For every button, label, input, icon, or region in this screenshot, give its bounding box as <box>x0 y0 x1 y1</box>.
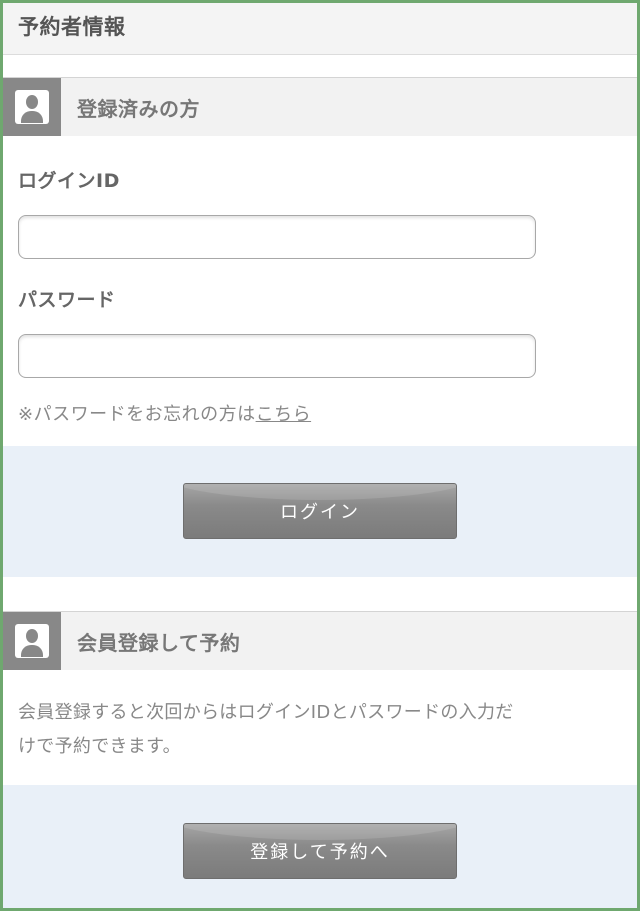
login-id-label: ログインID <box>18 170 120 192</box>
forgot-password-note: ※パスワードをお忘れの方はこちら <box>18 400 622 426</box>
register-section-header: 会員登録して予約 <box>3 611 637 670</box>
register-description-line: 会員登録すると次回からはログインIDとパスワードの入力だ <box>18 702 514 723</box>
login-button[interactable]: ログイン <box>183 483 457 539</box>
register-section-title: 会員登録して予約 <box>77 630 241 655</box>
forgot-password-text: ※パスワードをお忘れの方は <box>18 404 256 425</box>
register-description: 会員登録すると次回からはログインIDとパスワードの入力だ けで予約できます。 <box>3 696 637 764</box>
user-icon <box>3 78 61 136</box>
register-description-line: けで予約できます。 <box>18 736 181 757</box>
login-action-band: ログイン <box>3 446 637 577</box>
register-action-band: 登録して予約へ <box>3 785 637 908</box>
page-frame: 予約者情報 登録済みの方 ログインID パスワード ※パスワードをお忘れの方はこ… <box>0 0 640 911</box>
user-icon <box>3 612 61 670</box>
register-button[interactable]: 登録して予約へ <box>183 823 457 879</box>
login-section-title: 登録済みの方 <box>77 96 200 121</box>
forgot-password-link[interactable]: こちら <box>256 404 312 425</box>
login-id-input[interactable] <box>18 215 536 259</box>
password-label: パスワード <box>18 289 116 311</box>
login-form: ログインID パスワード ※パスワードをお忘れの方はこちら <box>3 136 637 446</box>
page-title: 予約者情報 <box>18 14 126 39</box>
login-section-header: 登録済みの方 <box>3 77 637 136</box>
page-header: 予約者情報 <box>3 3 637 55</box>
password-input[interactable] <box>18 334 536 378</box>
